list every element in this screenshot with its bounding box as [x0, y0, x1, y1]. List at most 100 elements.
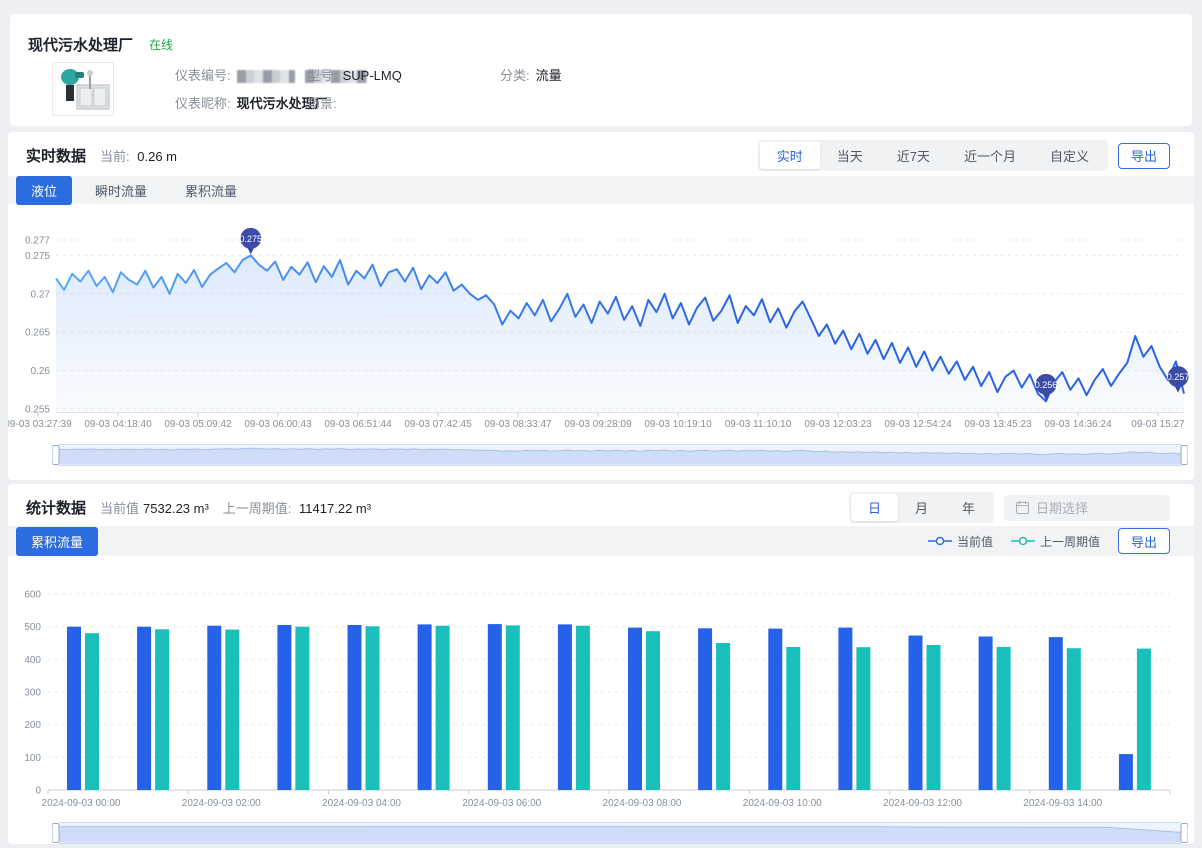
- metric-tab-液位[interactable]: 液位: [16, 176, 72, 205]
- device-header-card: 现代污水处理厂 在线 仪表编号: 型号:SUP-LMQ 分类:流量 仪表昵称:现…: [10, 14, 1192, 126]
- stats-export-button[interactable]: 导出: [1118, 528, 1170, 554]
- line-x-tick-label: 09-03 12:54:24: [884, 419, 952, 430]
- stats-current-label: 当前值: [100, 501, 139, 516]
- level-line-chart[interactable]: 0.2550.260.2650.270.2750.27709-03 03:27:…: [8, 206, 1194, 438]
- line-x-tick-label: 09-03 04:18:40: [84, 419, 152, 430]
- bar-上一周期值: [506, 625, 520, 790]
- realtime-metric-tabs: 液位瞬时流量累积流量: [8, 176, 1194, 204]
- bar-上一周期值: [576, 626, 590, 790]
- line-x-tick-label: 09-03 06:51:44: [324, 419, 392, 430]
- period-segmented: 日月年: [849, 492, 994, 523]
- bar-上一周期值: [927, 645, 941, 790]
- left-zoom-handle[interactable]: [52, 446, 59, 465]
- bar-当前值: [207, 626, 221, 790]
- date-picker[interactable]: 日期选择: [1004, 495, 1170, 521]
- stat-metric-tab-累积流量[interactable]: 累积流量: [16, 527, 98, 556]
- scene-label: 场景:: [307, 96, 337, 111]
- range-tab-近一个月[interactable]: 近一个月: [947, 142, 1033, 169]
- bar-当前值: [1049, 637, 1063, 790]
- bar-x-tick-label: 2024-09-03 04:00: [322, 798, 401, 809]
- legend-item-上一周期值[interactable]: 上一周期值: [1011, 533, 1100, 550]
- bar-x-tick-label: 2024-09-03 02:00: [182, 798, 261, 809]
- bar-当前值: [137, 627, 151, 790]
- meter-no-redacted-value: [237, 70, 295, 83]
- cumulative-flow-bar-chart[interactable]: 01002003004005006002024-09-03 00:002024-…: [8, 562, 1194, 814]
- line-y-tick-label: 0.26: [31, 366, 51, 377]
- bar-上一周期值: [155, 629, 169, 790]
- bar-chart-datazoom-slider[interactable]: [52, 820, 1188, 847]
- realtime-export-button[interactable]: 导出: [1118, 143, 1170, 169]
- range-tab-近7天[interactable]: 近7天: [880, 142, 947, 169]
- bar-当前值: [909, 636, 923, 791]
- bar-上一周期值: [646, 631, 660, 790]
- bar-当前值: [348, 625, 362, 790]
- line-y-tick-label: 0.265: [25, 328, 50, 339]
- stats-prev-label: 上一周期值:: [223, 501, 292, 516]
- realtime-current-value: 0.26 m: [137, 149, 177, 164]
- line-x-tick-label: 09-03 08:33:47: [484, 419, 552, 430]
- line-y-tick-label: 0.277: [25, 236, 50, 247]
- stats-prev-value: 11417.22 m³: [299, 501, 371, 516]
- bar-y-tick-label: 100: [24, 753, 41, 764]
- bar-上一周期值: [1067, 648, 1081, 790]
- range-tab-自定义[interactable]: 自定义: [1033, 142, 1106, 169]
- bar-y-tick-label: 200: [24, 720, 41, 731]
- stats-title: 统计数据: [26, 497, 86, 518]
- line-y-tick-label: 0.275: [25, 251, 50, 262]
- line-x-tick-label: 09-03 09:28:09: [564, 419, 632, 430]
- device-photo: [52, 62, 114, 116]
- legend-item-当前值[interactable]: 当前值: [928, 533, 993, 550]
- right-zoom-handle[interactable]: [1181, 824, 1188, 843]
- left-zoom-handle[interactable]: [52, 824, 59, 843]
- time-range-segmented: 实时当天近7天近一个月自定义: [758, 140, 1108, 171]
- metric-tab-累积流量[interactable]: 累积流量: [170, 176, 252, 205]
- right-zoom-handle[interactable]: [1181, 446, 1188, 465]
- line-x-tick-label: 09-03 06:00:43: [244, 419, 312, 430]
- meter-no-label: 仪表编号:: [175, 68, 231, 83]
- line-y-tick-label: 0.27: [31, 289, 51, 300]
- stats-prev: 上一周期值: 11417.22 m³: [223, 498, 371, 517]
- realtime-data-card: 实时数据 当前: 0.26 m 实时当天近7天近一个月自定义 导出 液位瞬时流量…: [8, 132, 1194, 480]
- bar-上一周期值: [225, 630, 239, 790]
- period-tab-日[interactable]: 日: [851, 494, 898, 521]
- bar-series: [67, 624, 1151, 790]
- realtime-title: 实时数据: [26, 145, 86, 166]
- bar-上一周期值: [436, 626, 450, 790]
- range-tab-实时[interactable]: 实时: [760, 142, 820, 169]
- line-x-tick-label: 09-03 03:27:39: [8, 419, 72, 430]
- nickname-field: 仪表昵称:现代污水处理厂: [175, 93, 328, 112]
- svg-text:0.257: 0.257: [1167, 372, 1190, 382]
- svg-text:0.256: 0.256: [1035, 380, 1058, 390]
- bar-上一周期值: [786, 647, 800, 790]
- chart-legend: 当前值 上一周期值: [928, 533, 1100, 550]
- bar-上一周期值: [997, 647, 1011, 790]
- period-tab-月[interactable]: 月: [898, 494, 945, 521]
- period-tab-年[interactable]: 年: [945, 494, 992, 521]
- legend-marker-icon: [928, 536, 952, 546]
- nickname-label: 仪表昵称:: [175, 96, 231, 111]
- line-x-tick-label: 09-03 12:03:23: [804, 419, 872, 430]
- bar-x-tick-label: 2024-09-03 10:00: [743, 798, 822, 809]
- line-x-tick-label: 09-03 05:09:42: [164, 419, 232, 430]
- svg-text:0.275: 0.275: [239, 234, 262, 244]
- line-chart-datazoom-slider[interactable]: [52, 442, 1188, 469]
- bar-y-tick-label: 500: [24, 622, 41, 633]
- metric-tab-瞬时流量[interactable]: 瞬时流量: [80, 176, 162, 205]
- stats-current: 当前值7532.23 m³: [100, 498, 209, 517]
- bar-上一周期值: [1137, 649, 1151, 790]
- bar-x-tick-label: 2024-09-03 12:00: [883, 798, 962, 809]
- model-label: 型号:: [307, 68, 337, 83]
- model-field: 型号:SUP-LMQ: [307, 65, 402, 84]
- category-value: 流量: [536, 68, 562, 83]
- range-tab-当天[interactable]: 当天: [820, 142, 880, 169]
- category-label: 分类:: [500, 68, 530, 83]
- bar-当前值: [418, 624, 432, 790]
- scene-field: 场景:: [307, 93, 343, 112]
- bar-当前值: [558, 624, 572, 790]
- bar-当前值: [768, 629, 782, 790]
- bar-y-tick-label: 300: [24, 688, 41, 699]
- line-x-tick-label: 09-03 07:42:45: [404, 419, 472, 430]
- online-status-badge: 在线: [149, 36, 173, 53]
- bar-当前值: [67, 627, 81, 790]
- bar-y-tick-label: 400: [24, 655, 41, 666]
